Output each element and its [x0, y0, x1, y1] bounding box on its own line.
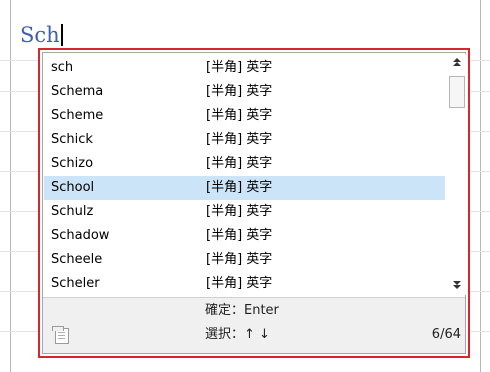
dictionary-tool-icon[interactable] [52, 326, 69, 344]
candidate-page-count: 6/64 [431, 327, 461, 342]
document-right-border [480, 0, 481, 372]
candidate-type: [半角] 英字 [206, 276, 273, 291]
candidate-word: Schulz [51, 204, 94, 219]
candidate-word: Scheele [51, 252, 103, 267]
candidate-word: Scheme [51, 108, 104, 123]
candidate-scrollbar[interactable] [447, 54, 467, 295]
candidate-word: School [51, 180, 95, 195]
candidate-word: Scheler [51, 276, 100, 291]
candidate-item[interactable]: Schick [半角] 英字 [44, 128, 445, 152]
candidate-type: [半角] 英字 [206, 84, 273, 99]
candidate-type: [半角] 英字 [206, 156, 273, 171]
candidate-item[interactable]: Scheme [半角] 英字 [44, 104, 445, 128]
candidate-item[interactable]: sch [半角] 英字 [44, 56, 445, 80]
ime-candidate-panel: sch [半角] 英字 Schema [半角] 英字 Scheme [半角] 英… [42, 52, 467, 354]
candidate-type: [半角] 英字 [206, 132, 273, 147]
candidate-type: [半角] 英字 [206, 180, 273, 195]
candidate-item-selected[interactable]: School [半角] 英字 [44, 176, 445, 200]
candidate-type: [半角] 英字 [206, 60, 273, 75]
ime-footer: 確定：Enter 選択：↑ ↓ 6/64 [43, 297, 465, 353]
candidate-type: [半角] 英字 [206, 108, 273, 123]
candidate-word: Schick [51, 132, 93, 147]
text-caret [60, 24, 63, 46]
document-left-border [10, 0, 11, 372]
select-hint: 選択：↑ ↓ [205, 327, 270, 342]
candidate-type: [半角] 英字 [206, 204, 273, 219]
scroll-up-icon[interactable] [447, 54, 467, 72]
candidate-item[interactable]: Schadow [半角] 英字 [44, 224, 445, 248]
candidate-word: Schadow [51, 228, 110, 243]
candidate-item[interactable]: Schema [半角] 英字 [44, 80, 445, 104]
candidate-type: [半角] 英字 [206, 252, 273, 267]
candidate-item[interactable]: Schulz [半角] 英字 [44, 200, 445, 224]
scrollbar-thumb[interactable] [449, 76, 465, 108]
candidate-type: [半角] 英字 [206, 228, 273, 243]
confirm-hint: 確定：Enter [205, 303, 279, 318]
text-input-area[interactable]: Sch [20, 22, 63, 48]
ime-candidate-window: sch [半角] 英字 Schema [半角] 英字 Scheme [半角] 英… [38, 48, 470, 358]
document-canvas: Sch sch [半角] 英字 Schema [半角] 英字 Scheme [半… [0, 0, 490, 372]
candidate-word: Schema [51, 84, 104, 99]
candidate-word: sch [51, 60, 74, 75]
candidate-list: sch [半角] 英字 Schema [半角] 英字 Scheme [半角] 英… [44, 56, 445, 296]
typed-text: Sch [20, 23, 60, 47]
scroll-down-icon[interactable] [447, 277, 467, 295]
candidate-word: Schizo [51, 156, 94, 171]
candidate-item[interactable]: Scheele [半角] 英字 [44, 248, 445, 272]
candidate-item[interactable]: Schizo [半角] 英字 [44, 152, 445, 176]
candidate-item[interactable]: Scheler [半角] 英字 [44, 272, 445, 296]
